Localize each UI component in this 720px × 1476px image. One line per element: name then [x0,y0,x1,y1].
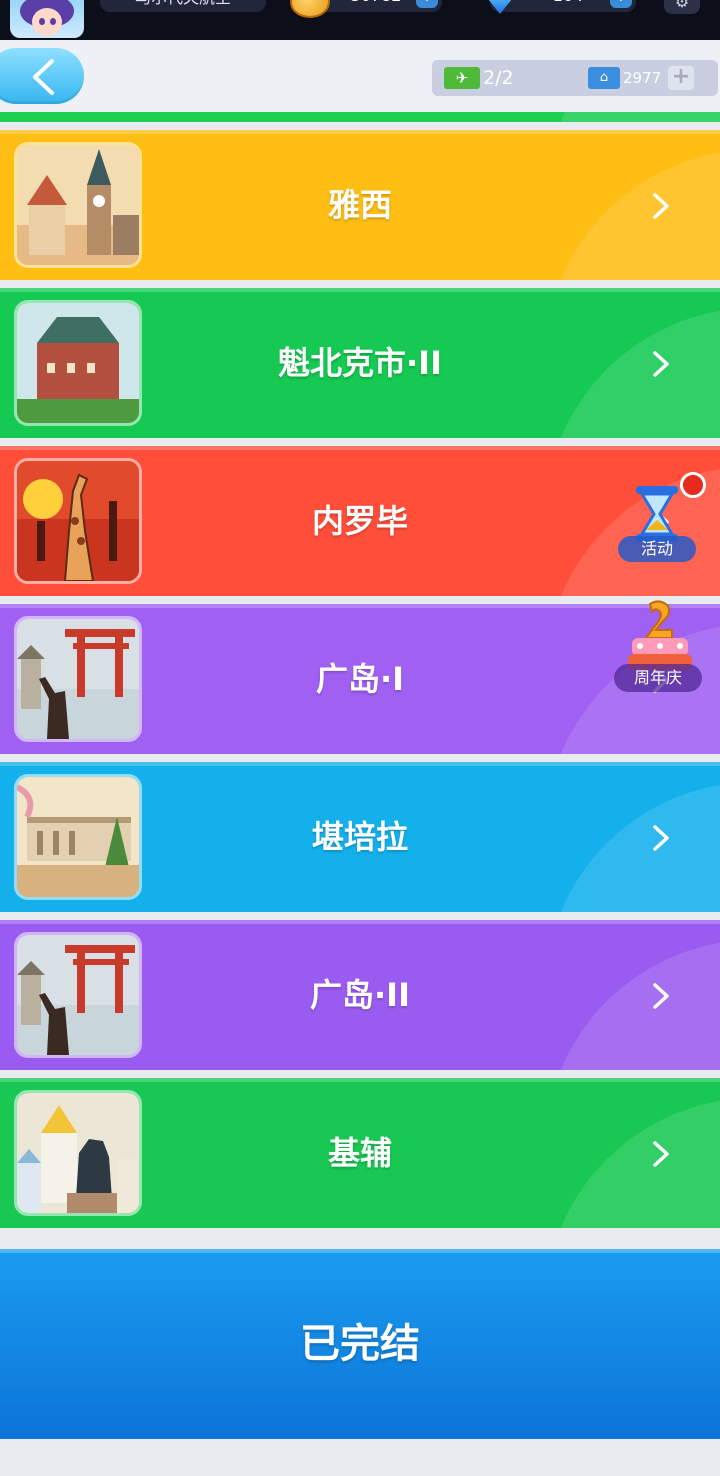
city-thumbnail [14,616,142,742]
city-name: 广岛·II [310,976,410,1014]
city-name: 雅西 [327,186,392,224]
back-button[interactable] [0,48,84,104]
city-thumbnail [14,458,142,584]
finished-label: 已完结 [300,1321,420,1367]
city-thumbnail [14,1090,142,1216]
gem-counter: 164 + [490,0,636,12]
city-row[interactable] [0,112,720,122]
activity-badge[interactable]: 活动 [616,470,706,566]
hourglass-icon [636,486,678,542]
page-header: ✈ 2/2 ⌂ 2977 + [0,40,720,112]
anniversary-cake-icon [628,600,692,670]
city-row[interactable]: 内罗毕 [0,446,720,596]
city-row[interactable]: 广岛·II [0,920,720,1070]
city-row[interactable]: 魁北克市·II [0,288,720,438]
home-count: 2977 [623,69,662,87]
plane-icon: ✈ [444,67,480,89]
city-name: 堪培拉 [311,818,408,856]
city-name: 内罗毕 [311,502,408,540]
player-avatar[interactable] [10,0,84,38]
bottom-spacer [0,1439,720,1476]
gem-value: 164 [530,0,606,4]
top-status-bar: 马尔代夫航空 30782 + 164 + ⚙ [0,0,720,40]
add-home-button[interactable]: + [668,66,694,90]
chevron-right-icon [653,351,669,377]
city-thumbnail [14,932,142,1058]
chevron-right-icon [653,1141,669,1167]
city-row[interactable]: 堪培拉 [0,762,720,912]
coin-value: 30782 [340,0,412,4]
flights-count: 2/2 [483,67,514,89]
city-thumbnail [14,300,142,426]
city-name [140,112,580,122]
city-thumbnail [14,774,142,900]
coin-icon [290,0,330,18]
chevron-right-icon [653,193,669,219]
anniversary-badge[interactable]: 周年庆 [612,600,704,700]
city-name: 广岛·I [315,660,405,698]
anniversary-label: 周年庆 [614,664,702,692]
city-row[interactable]: 基辅 [0,1078,720,1228]
activity-label: 活动 [618,536,696,562]
city-row[interactable]: 雅西 [0,130,720,280]
city-name: 基辅 [327,1134,392,1172]
chevron-right-icon [653,825,669,851]
chevron-right-icon [653,983,669,1009]
gear-icon[interactable]: ⚙ [664,0,700,14]
city-thumbnail [14,142,142,268]
stats-bar: ✈ 2/2 ⌂ 2977 + [432,60,718,96]
finished-banner: 已完结 [0,1249,720,1439]
home-icon: ⌂ [588,67,620,89]
player-name: 马尔代夫航空 [100,0,266,12]
notification-dot [680,472,706,498]
chevron-left-icon [33,59,54,95]
add-gems-button[interactable]: + [610,0,632,8]
city-name: 魁北克市·II [278,344,442,382]
add-coins-button[interactable]: + [416,0,438,8]
